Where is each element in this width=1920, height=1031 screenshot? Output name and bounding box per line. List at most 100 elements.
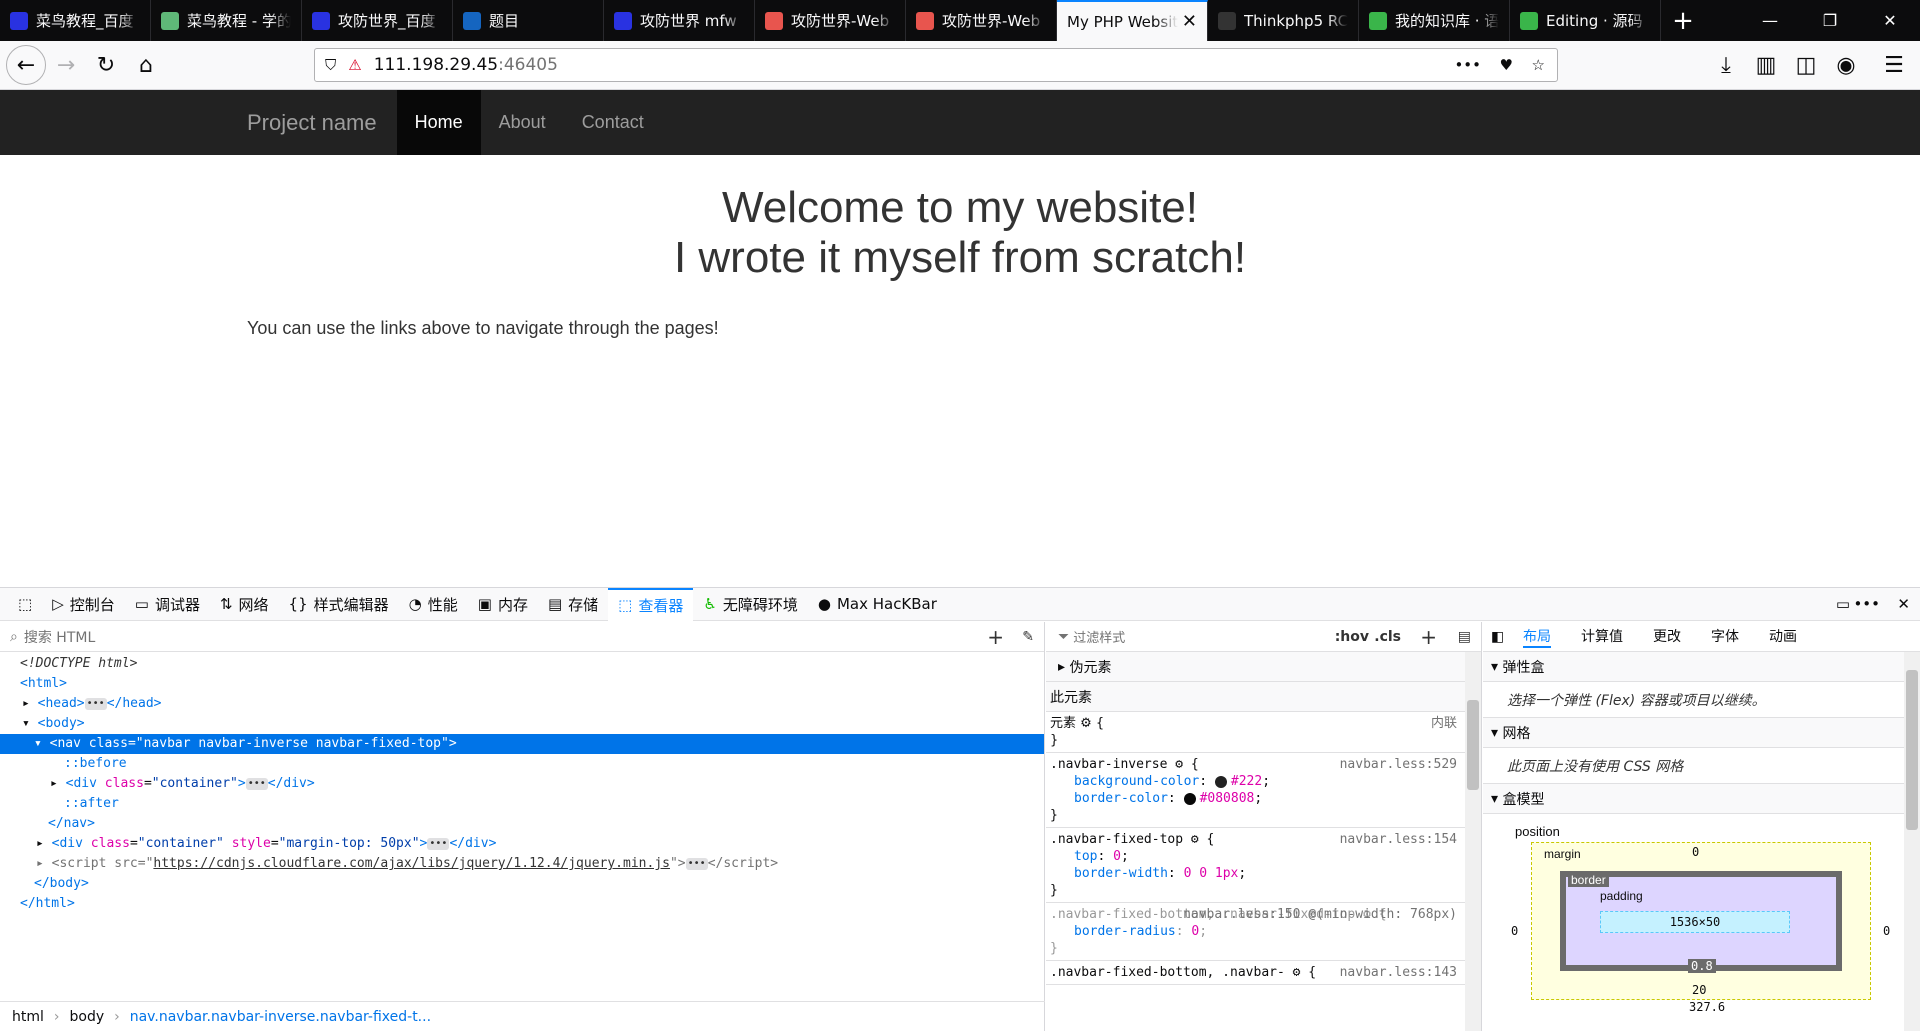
- browser-tab[interactable]: 菜鸟教程_百度: [0, 0, 151, 41]
- margin-left-value[interactable]: 0: [1511, 924, 1518, 938]
- devtools-menu-icon[interactable]: •••: [1853, 595, 1880, 613]
- devtools-tab[interactable]: ▤ 存储: [538, 588, 608, 621]
- library-icon[interactable]: ▥: [1746, 45, 1786, 85]
- crumb-nav[interactable]: nav.navbar.navbar-inverse.navbar-fixed-t…: [130, 1009, 431, 1025]
- css-declaration[interactable]: border-radius: 0;: [1050, 923, 1477, 940]
- content-size[interactable]: 1536×50: [1600, 911, 1790, 933]
- hov-toggle[interactable]: :hov: [1335, 629, 1369, 645]
- css-declaration[interactable]: border-color: #080808;: [1050, 790, 1477, 807]
- account-icon[interactable]: ◉: [1826, 45, 1866, 85]
- pseudo-elements-section[interactable]: ▸ 伪元素: [1046, 652, 1481, 682]
- browser-tab[interactable]: 攻防世界 mfw: [604, 0, 755, 41]
- navbar-brand[interactable]: Project name: [247, 110, 377, 136]
- browser-tab[interactable]: 攻防世界-Web: [906, 0, 1057, 41]
- print-media-icon[interactable]: ▤: [1458, 629, 1471, 645]
- rules-scrollbar[interactable]: [1465, 652, 1481, 1031]
- border-bottom-value[interactable]: 0.8: [1688, 959, 1716, 973]
- page-actions-icon[interactable]: •••: [1454, 56, 1481, 74]
- tree-line[interactable]: <html>: [0, 674, 1044, 694]
- devtools-close-icon[interactable]: ✕: [1897, 595, 1910, 613]
- nav-home[interactable]: Home: [396, 90, 481, 155]
- margin-box[interactable]: margin 0 20 border padding 1536×50 0.8: [1531, 842, 1871, 1000]
- tree-line[interactable]: ▸ <script src="https://cdnjs.cloudflare.…: [0, 854, 1044, 874]
- home-button[interactable]: ⌂: [126, 45, 166, 85]
- back-button[interactable]: ←: [6, 45, 46, 85]
- sidebar-icon[interactable]: ◫: [1786, 45, 1826, 85]
- tree-line[interactable]: ▸ <head> ••• </head>: [0, 694, 1044, 714]
- close-window-button[interactable]: ✕: [1860, 0, 1920, 41]
- devtools-tab[interactable]: ⇅ 网络: [210, 588, 279, 621]
- crumb-html[interactable]: html: [12, 1009, 44, 1025]
- menu-icon[interactable]: ☰: [1874, 45, 1914, 85]
- new-tab-button[interactable]: +: [1661, 0, 1705, 41]
- insecure-lock-icon[interactable]: ⚠: [348, 56, 361, 74]
- tree-line[interactable]: </body>: [0, 874, 1044, 894]
- add-node-icon[interactable]: +: [987, 625, 1004, 649]
- grid-section[interactable]: ▾ 网格: [1483, 718, 1920, 748]
- crumb-body[interactable]: body: [70, 1009, 105, 1025]
- tree-line[interactable]: ::before: [0, 754, 1044, 774]
- tree-line[interactable]: ▾ <body>: [0, 714, 1044, 734]
- flex-section[interactable]: ▾ 弹性盒: [1483, 652, 1920, 682]
- devtools-tab[interactable]: ▣ 内存: [468, 588, 538, 621]
- tree-line[interactable]: ▸ <div class="container"> ••• </div>: [0, 774, 1044, 794]
- rule-source[interactable]: navbar.less:143: [1340, 964, 1457, 981]
- nav-contact[interactable]: Contact: [564, 90, 662, 155]
- filter-styles[interactable]: ⏷ 过滤样式 :hov .cls + ▤: [1046, 622, 1481, 652]
- dock-icon[interactable]: ▭: [1836, 595, 1850, 613]
- devtools-tab[interactable]: ◔ 性能: [399, 588, 468, 621]
- browser-tab[interactable]: 攻防世界-Web: [755, 0, 906, 41]
- add-rule-icon[interactable]: +: [1420, 625, 1437, 649]
- downloads-icon[interactable]: ⤓: [1706, 45, 1746, 85]
- box-model-section[interactable]: ▾ 盒模型: [1483, 784, 1920, 814]
- devtools-tab[interactable]: ♿ 无障碍环境: [693, 588, 807, 621]
- devtools-tab[interactable]: ⬚ 查看器: [608, 587, 694, 621]
- reload-button[interactable]: ↻: [86, 45, 126, 85]
- layout-tab[interactable]: 字体: [1711, 626, 1739, 648]
- browser-tab[interactable]: 菜鸟教程 - 学的: [151, 0, 302, 41]
- forward-button[interactable]: →: [46, 45, 86, 85]
- layout-tab[interactable]: 动画: [1769, 626, 1797, 648]
- restore-button[interactable]: ❐: [1800, 0, 1860, 41]
- tree-line[interactable]: </html>: [0, 894, 1044, 914]
- eyedropper-icon[interactable]: ✎: [1022, 629, 1034, 645]
- layout-tab[interactable]: 计算值: [1581, 626, 1623, 648]
- css-rule[interactable]: .navbar-fixed-top ⚙ {navbar.less:154 top:…: [1046, 828, 1481, 903]
- rule-source[interactable]: navbar.less:529: [1340, 756, 1457, 773]
- pocket-icon[interactable]: ♥: [1500, 56, 1513, 74]
- bookmark-star-icon[interactable]: ☆: [1532, 56, 1545, 74]
- devtools-tab[interactable]: ▷ 控制台: [42, 588, 125, 621]
- close-tab-icon[interactable]: ✕: [1182, 11, 1197, 32]
- layout-scrollbar[interactable]: [1904, 652, 1920, 1031]
- css-declaration[interactable]: background-color: #222;: [1050, 773, 1477, 790]
- shield-icon[interactable]: ⛉: [325, 56, 336, 74]
- browser-tab[interactable]: 攻防世界_百度: [302, 0, 453, 41]
- rule-source[interactable]: navbar.less:154: [1340, 831, 1457, 848]
- browser-tab[interactable]: My PHP Website ✕: [1057, 0, 1208, 41]
- border-box[interactable]: border padding 1536×50 0.8: [1560, 871, 1842, 973]
- color-swatch[interactable]: [1214, 775, 1227, 788]
- css-declaration[interactable]: border-width: 0 0 1px;: [1050, 865, 1477, 882]
- css-rule[interactable]: .navbar-fixed-bottom, .navbar-fixed-top …: [1046, 903, 1481, 961]
- pick-element-icon[interactable]: ⬚: [8, 588, 42, 621]
- minimize-button[interactable]: —: [1740, 0, 1800, 41]
- color-swatch[interactable]: [1183, 792, 1196, 805]
- css-declaration[interactable]: top: 0;: [1050, 848, 1477, 865]
- browser-tab[interactable]: 我的知识库 · 语: [1359, 0, 1510, 41]
- url-bar[interactable]: ⛉ ⚠ 111.198.29.45:46405 ••• ♥ ☆: [314, 48, 1558, 82]
- devtools-tab[interactable]: ● Max HacKBar: [808, 588, 947, 621]
- tree-line[interactable]: <!DOCTYPE html>: [0, 654, 1044, 674]
- devtools-tab[interactable]: {} 样式编辑器: [279, 588, 399, 621]
- layout-tab[interactable]: 更改: [1653, 626, 1681, 648]
- tree-line[interactable]: ::after: [0, 794, 1044, 814]
- margin-bottom-value[interactable]: 20: [1692, 983, 1706, 997]
- browser-tab[interactable]: 题目: [453, 0, 604, 41]
- toggle-sidebar-icon[interactable]: ◧: [1491, 629, 1504, 645]
- devtools-tab[interactable]: ▭ 调试器: [125, 588, 210, 621]
- margin-right-value[interactable]: 0: [1883, 924, 1890, 938]
- tree-line-selected[interactable]: ▾ <nav class="navbar navbar-inverse navb…: [0, 734, 1044, 754]
- layout-tab[interactable]: 布局: [1523, 626, 1551, 648]
- browser-tab[interactable]: Thinkphp5 RCE: [1208, 0, 1359, 41]
- css-rule[interactable]: .navbar-fixed-bottom, .navbar- ⚙ {navbar…: [1046, 961, 1481, 985]
- tree-line[interactable]: ▸ <div class="container" style="margin-t…: [0, 834, 1044, 854]
